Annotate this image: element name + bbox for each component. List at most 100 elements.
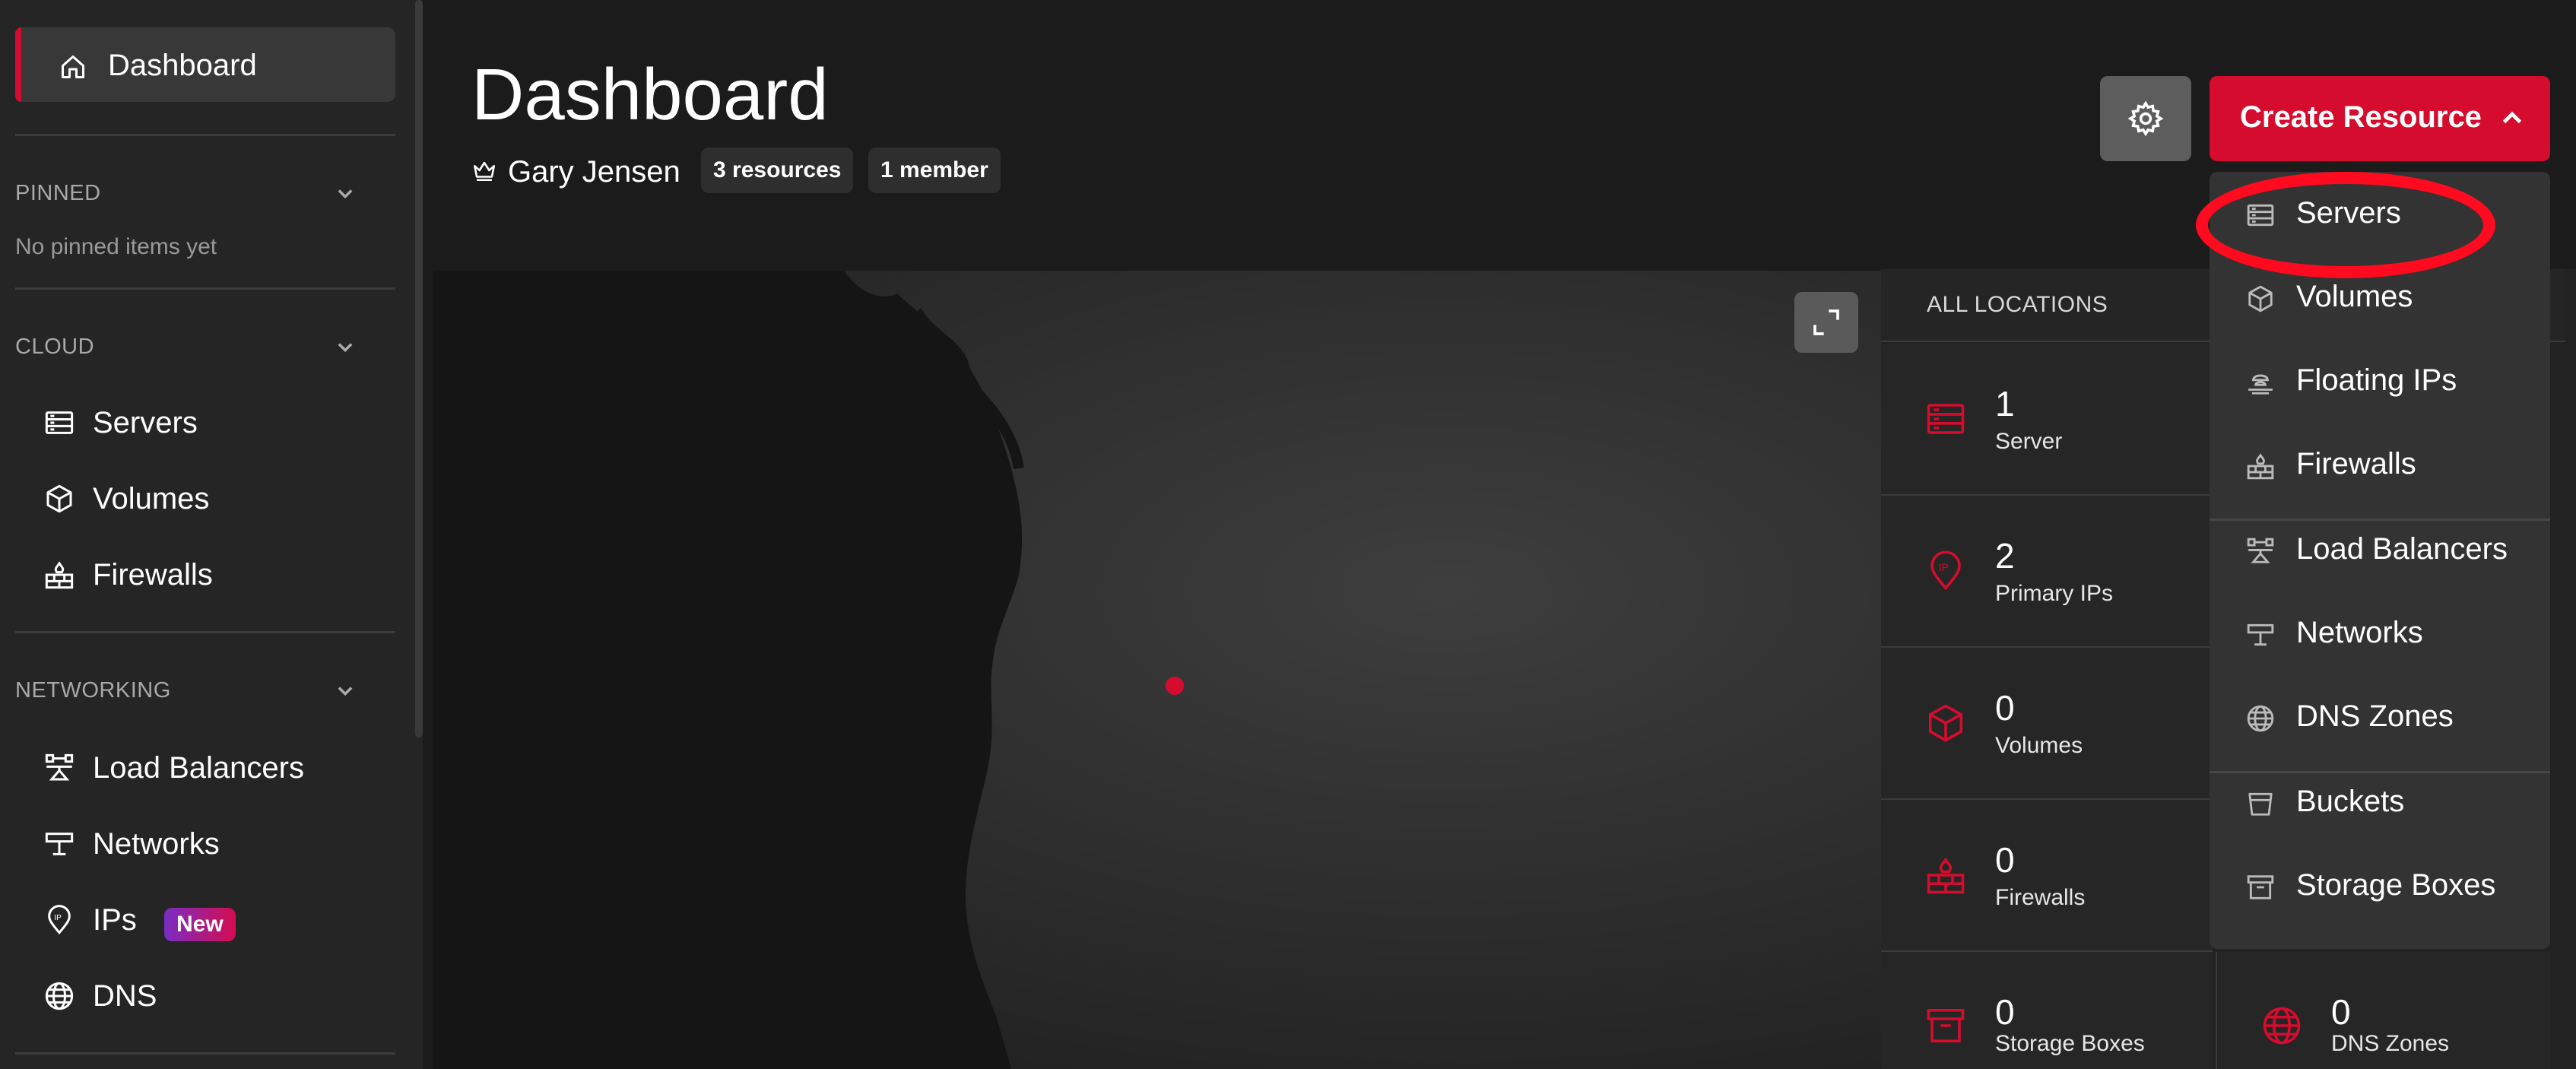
new-badge: New [164, 908, 236, 941]
ip-pin-icon: IP [44, 905, 75, 939]
menu-item-label: Load Balancers [2296, 532, 2508, 566]
menu-item-label: Firewalls [2296, 447, 2416, 481]
divider [15, 1052, 395, 1055]
section-title: PINNED [15, 181, 101, 205]
volume-cube-icon [2246, 284, 2275, 317]
sidebar-item-servers[interactable]: Servers [15, 395, 395, 449]
coastline-shape [433, 271, 1184, 1069]
chevron-down-icon [335, 680, 356, 705]
menu-item-firewalls[interactable]: Firewalls [2210, 423, 2550, 506]
floating-ip-icon [2246, 368, 2275, 401]
chevron-down-icon [335, 182, 356, 208]
stat-card-primary-ips[interactable]: IP 2 Primary IPs [1881, 496, 2213, 648]
menu-item-label: Storage Boxes [2296, 868, 2496, 902]
stat-value: 0 [2331, 992, 2351, 1032]
menu-item-buckets[interactable]: Buckets [2210, 760, 2550, 844]
volume-cube-icon [44, 484, 75, 518]
stat-value: 0 [1995, 840, 2015, 880]
divider [15, 287, 395, 290]
menu-item-floating-ips[interactable]: Floating IPs [2210, 339, 2550, 423]
sidebar-item-firewalls[interactable]: Firewalls [15, 547, 395, 601]
sidebar-item-label: Firewalls [93, 558, 213, 592]
stat-value: 0 [1995, 688, 2015, 728]
sidebar-item-label: Dashboard [108, 49, 257, 82]
create-resource-label: Create Resource [2240, 100, 2482, 134]
stat-card-firewalls[interactable]: 0 Firewalls [1881, 800, 2213, 952]
stat-card-dns-zones[interactable]: 0 DNS Zones [2216, 952, 2550, 1069]
globe-icon [2261, 1005, 2302, 1050]
load-balancer-icon [2246, 537, 2275, 569]
menu-item-label: Networks [2296, 616, 2423, 649]
globe-icon [44, 981, 75, 1015]
sidebar-item-label: Load Balancers [93, 751, 304, 785]
divider [15, 134, 395, 136]
owner-name: Gary Jensen [508, 154, 680, 189]
chevron-up-icon [2498, 105, 2526, 136]
home-icon [59, 53, 87, 84]
resources-count-pill[interactable]: 3 resources [701, 148, 854, 193]
settings-button[interactable] [2100, 76, 2191, 161]
sidebar-scrollbar[interactable] [415, 0, 423, 738]
menu-item-label: Floating IPs [2296, 363, 2457, 397]
server-location-marker[interactable] [1166, 677, 1184, 695]
menu-item-label: Volumes [2296, 280, 2413, 313]
menu-item-dns-zones[interactable]: DNS Zones [2210, 675, 2550, 759]
stat-value: 2 [1995, 536, 2015, 576]
section-title: NETWORKING [15, 678, 171, 703]
volume-cube-icon [1925, 703, 1966, 747]
firewall-icon [2246, 452, 2275, 484]
menu-item-label: Buckets [2296, 785, 2405, 818]
svg-text:IP: IP [1939, 562, 1949, 573]
network-icon [2246, 620, 2275, 653]
server-icon [44, 408, 75, 442]
create-resource-menu: Servers Volumes Floating IPs Firewalls L… [2210, 172, 2550, 949]
sidebar-item-load-balancers[interactable]: Load Balancers [15, 741, 395, 794]
highlight-annotation-ellipse [2196, 172, 2495, 278]
firewall-icon [44, 560, 75, 594]
project-owner: Gary Jensen [471, 151, 680, 193]
sidebar-item-label: Servers [93, 406, 198, 439]
sidebar: Dashboard PINNED No pinned items yet CLO… [0, 0, 423, 1069]
stat-card-storage-boxes[interactable]: 0 Storage Boxes [1881, 952, 2213, 1069]
sidebar-item-dashboard[interactable]: Dashboard [15, 27, 395, 102]
stat-value: 0 [1995, 992, 2015, 1032]
section-header-pinned[interactable]: PINNED [15, 173, 395, 211]
stat-label: Storage Boxes [1995, 1031, 2145, 1056]
divider [15, 631, 395, 633]
section-header-cloud[interactable]: CLOUD [15, 327, 395, 365]
app: Dashboard PINNED No pinned items yet CLO… [0, 0, 2576, 1069]
stat-label: Firewalls [1995, 885, 2086, 910]
sidebar-item-label: Networks [93, 827, 220, 861]
pinned-empty-note: No pinned items yet [15, 234, 217, 259]
server-icon [1925, 398, 1966, 443]
firewall-icon [1925, 855, 1966, 899]
sidebar-item-volumes[interactable]: Volumes [15, 471, 395, 525]
sidebar-item-ips[interactable]: IP IPs New [15, 893, 395, 946]
stat-label: Server [1995, 429, 2063, 454]
location-map[interactable] [433, 271, 1881, 1069]
active-indicator [15, 27, 21, 102]
sidebar-item-label: Volumes [93, 482, 210, 515]
gear-icon [2127, 100, 2164, 137]
section-header-networking[interactable]: NETWORKING [15, 671, 395, 709]
stat-label: Volumes [1995, 733, 2083, 758]
menu-item-load-balancers[interactable]: Load Balancers [2210, 508, 2550, 592]
menu-item-networks[interactable]: Networks [2210, 592, 2550, 675]
stat-label: Primary IPs [1995, 581, 2114, 606]
create-resource-button[interactable]: Create Resource [2210, 76, 2550, 161]
sidebar-item-dns[interactable]: DNS [15, 969, 395, 1022]
expand-map-button[interactable] [1794, 292, 1858, 353]
stat-card-servers[interactable]: 1 Server [1881, 344, 2213, 496]
stat-card-volumes[interactable]: 0 Volumes [1881, 648, 2213, 800]
section-title: CLOUD [15, 335, 95, 359]
load-balancer-icon [44, 753, 75, 787]
expand-icon [1813, 309, 1839, 335]
sidebar-item-networks[interactable]: Networks [15, 817, 395, 870]
stats-header-title: ALL LOCATIONS [1927, 292, 2108, 317]
members-count-pill[interactable]: 1 member [868, 148, 1001, 193]
svg-text:IP: IP [54, 914, 62, 922]
menu-item-storage-boxes[interactable]: Storage Boxes [2210, 844, 2550, 928]
storage-box-icon [1925, 1005, 1966, 1050]
page-title: Dashboard [471, 54, 829, 135]
sidebar-item-label: IPs [93, 903, 137, 937]
